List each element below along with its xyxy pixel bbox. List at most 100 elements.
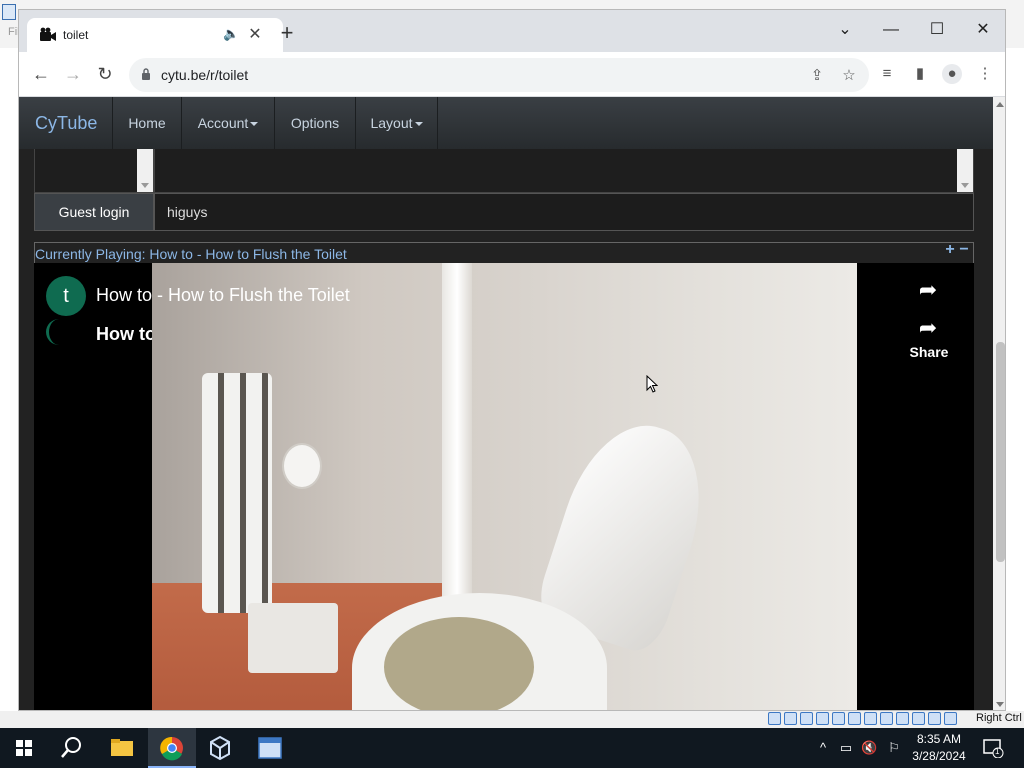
nav-layout-label: Layout [370, 115, 413, 131]
camera-icon [40, 27, 56, 41]
reload-icon[interactable]: ↻ [93, 62, 117, 86]
nav-options[interactable]: Options [274, 97, 355, 149]
address-bar[interactable]: cytu.be/r/toilet ⇪ ☆ [129, 58, 869, 92]
chevron-up-icon[interactable]: ^ [815, 740, 831, 756]
vbox-device-icons [768, 712, 957, 727]
user-list-scrollbar[interactable] [137, 149, 153, 192]
app-taskbar-button[interactable] [246, 728, 294, 768]
virtualbox-icon [2, 4, 16, 20]
forward-icon[interactable]: → [61, 62, 85, 86]
site-navbar: CyTube Home Account Options Layout [19, 97, 993, 149]
network-icon[interactable] [816, 712, 829, 725]
windows-taskbar: ^ ▭ 🔇 ⚐ 8:35 AM 3/28/2024 1 [0, 728, 1024, 768]
share-page-icon[interactable]: ⇪ [807, 66, 827, 86]
share-arrow-icon[interactable]: ➦ [910, 277, 946, 307]
browser-toolbar: ← → ↻ cytu.be/r/toilet ⇪ ☆ ≡ ▮ ● ⋮ [19, 52, 1005, 97]
close-window-button[interactable]: ✕ [963, 16, 1003, 44]
menu-kebab-icon[interactable]: ⋮ [975, 64, 995, 84]
audio-icon[interactable] [800, 712, 813, 725]
media-controls-icon[interactable]: ≡ [877, 64, 897, 84]
clock-time: 8:35 AM [916, 732, 962, 746]
profile-avatar-icon[interactable]: ● [942, 64, 962, 84]
keyboard-icon[interactable] [928, 712, 941, 725]
search-button[interactable] [48, 728, 96, 768]
scrollbar-thumb[interactable] [996, 342, 1005, 562]
message-buffer-scrollbar[interactable] [957, 149, 973, 192]
bookmark-star-icon[interactable]: ☆ [839, 66, 859, 86]
usb-icon[interactable] [832, 712, 845, 725]
guest-login-button[interactable]: Guest login [34, 193, 154, 231]
cube-icon [210, 735, 230, 761]
nav-layout[interactable]: Layout [355, 97, 438, 149]
nav-account[interactable]: Account [181, 97, 274, 149]
maximize-button[interactable]: ☐ [917, 16, 957, 44]
channel-avatar[interactable]: t [46, 276, 86, 316]
scene-toilet-paper [282, 443, 322, 489]
chat-input[interactable] [154, 193, 974, 231]
taskbar-clock[interactable]: 8:35 AM 3/28/2024 [904, 731, 974, 765]
optical-drive-icon[interactable] [784, 712, 797, 725]
network-tray-icon[interactable]: ▭ [838, 740, 854, 756]
windows-logo-icon [16, 740, 32, 756]
vbox-status-bar: Right Ctrl [0, 711, 1024, 728]
now-playing-bar: Currently Playing: How to - How to Flush… [34, 242, 974, 264]
site-brand[interactable]: CyTube [35, 113, 97, 134]
volume-muted-icon[interactable]: 🔇 [861, 740, 877, 756]
hdd-icon[interactable] [768, 712, 781, 725]
host-key-label: Right Ctrl [976, 712, 1022, 724]
plus-icon[interactable]: + [943, 242, 957, 258]
minimize-button[interactable]: — [871, 16, 911, 44]
user-list[interactable] [34, 149, 154, 193]
recording-icon[interactable] [880, 712, 893, 725]
cpu-icon[interactable] [896, 712, 909, 725]
file-explorer-button[interactable] [98, 728, 146, 768]
scene-radiator-base [248, 603, 338, 673]
message-buffer[interactable] [154, 149, 974, 193]
security-icon[interactable]: ⚐ [886, 740, 902, 756]
video-frame[interactable] [152, 263, 857, 710]
virtualbox-taskbar-button[interactable] [196, 728, 244, 768]
notification-center-button[interactable]: 1 [982, 738, 1004, 759]
desktop: File toilet 🔈 ✕ + ⌄ — ☐ ✕ ← → ↻ cytu.be/… [0, 0, 1024, 768]
start-button[interactable] [0, 728, 48, 768]
share-arrow-icon[interactable]: ➦ [910, 315, 946, 345]
chrome-icon [160, 736, 183, 761]
tab-toilet[interactable]: toilet 🔈 ✕ [27, 18, 283, 52]
folder-icon [111, 739, 133, 756]
scroll-up-icon[interactable] [996, 102, 1004, 107]
tab-search-icon[interactable]: ⌄ [825, 16, 865, 44]
back-icon[interactable]: ← [29, 62, 53, 86]
page-scrollbar[interactable] [993, 97, 1005, 710]
nav-account-label: Account [197, 115, 249, 131]
url-text[interactable]: cytu.be/r/toilet [161, 67, 248, 83]
now-playing-title: How to - How to Flush the Toilet [149, 246, 347, 262]
minus-icon[interactable]: − [957, 242, 971, 258]
tab-close-icon[interactable]: ✕ [245, 24, 265, 44]
caret-down-icon [250, 122, 259, 127]
nav-home[interactable]: Home [112, 97, 181, 149]
scene-toilet-bowl [384, 617, 534, 710]
speaker-icon[interactable]: 🔈 [223, 26, 239, 42]
scroll-down-icon[interactable] [961, 183, 969, 188]
now-playing-prefix: Currently Playing: [35, 246, 146, 262]
new-tab-button[interactable]: + [275, 22, 299, 46]
video-subtitle: How to [96, 324, 152, 344]
scroll-down-icon[interactable] [996, 702, 1004, 707]
display-icon[interactable] [864, 712, 877, 725]
arrow-down-icon[interactable] [944, 712, 957, 725]
mouse-integration-icon[interactable] [912, 712, 925, 725]
side-panel-icon[interactable]: ▮ [910, 64, 930, 84]
now-playing-label: Currently Playing: How to - How to Flush… [35, 246, 347, 262]
video-player[interactable]: t How to - How to Flush the Toilet How t… [34, 263, 974, 710]
scene-radiator [202, 373, 272, 613]
shared-folder-icon[interactable] [848, 712, 861, 725]
scroll-down-icon[interactable] [141, 183, 149, 188]
video-title[interactable]: How to - How to Flush the Toilet [96, 285, 350, 306]
search-icon [61, 737, 81, 758]
clock-date: 3/28/2024 [912, 749, 966, 763]
chrome-button[interactable] [148, 728, 196, 768]
lock-icon [142, 68, 150, 80]
notification-count: 1 [995, 747, 1000, 756]
cytube-page: CyTube Home Account Options Layout Guest… [19, 97, 1005, 710]
share-label[interactable]: Share [900, 344, 958, 360]
